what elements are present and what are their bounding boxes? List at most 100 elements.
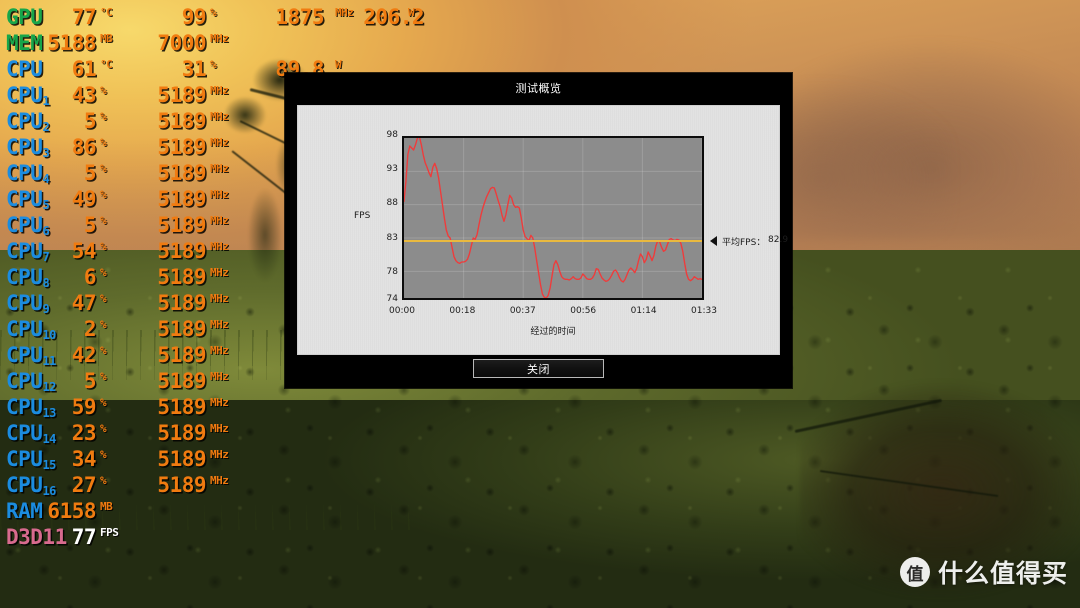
osd-value: 1875	[275, 4, 324, 29]
osd-label: CPU3	[6, 134, 50, 160]
osd-row-cpu11: CPU11 42% 5189 MHz	[4, 342, 264, 368]
osd-value: 5189	[157, 420, 206, 445]
osd-label: RAM	[6, 498, 43, 523]
watermark: 值 什么值得买	[899, 554, 1068, 590]
osd-value: 6158	[47, 498, 96, 523]
osd-unit: MHz	[210, 32, 229, 45]
osd-label: CPU10	[6, 316, 56, 342]
osd-label: MEM	[6, 30, 43, 55]
osd-unit: %	[100, 370, 107, 383]
osd-value: 5189	[157, 82, 206, 107]
osd-unit: %	[100, 136, 107, 149]
osd-label: CPU13	[6, 394, 56, 420]
osd-value: 5189	[157, 342, 206, 367]
osd-row-cpu2: CPU2 5% 5189 MHz	[4, 108, 264, 134]
osd-value: 5	[83, 108, 97, 133]
y-tick-label: 98	[386, 130, 398, 140]
osd-value: 5	[83, 212, 97, 237]
osd-value: 5189	[157, 134, 206, 159]
osd-unit: MHz	[210, 448, 229, 461]
fps-polyline	[404, 138, 702, 298]
osd-unit: MHz	[210, 370, 229, 383]
osd-label: D3D11	[6, 524, 67, 549]
average-fps-label: 平均FPS：	[722, 238, 766, 249]
osd-value: 54	[71, 238, 97, 263]
osd-row-cpu8: CPU8 6% 5189 MHz	[4, 264, 264, 290]
osd-value: 59	[71, 394, 97, 419]
osd-unit: MHz	[210, 188, 229, 201]
osd-label: CPU4	[6, 160, 50, 186]
osd-value: 49	[71, 186, 97, 211]
osd-value: 5189	[157, 368, 206, 393]
osd-unit: MHz	[210, 136, 229, 149]
average-fps-value: 82.9	[768, 235, 789, 246]
y-tick-label: 93	[386, 164, 398, 175]
osd-value: 5189	[157, 238, 206, 263]
x-tick-label: 00:00	[389, 306, 415, 316]
osd-label: CPU7	[6, 238, 50, 264]
osd-unit: %	[100, 110, 107, 123]
osd-unit: MHz	[210, 318, 229, 331]
y-tick-label: 78	[386, 266, 398, 277]
osd-unit: MHz	[210, 474, 229, 487]
osd-row-ram: RAM 6158 MB	[4, 498, 264, 524]
osd-label: CPU	[6, 56, 43, 81]
average-fps-line	[404, 240, 702, 243]
x-tick-label: 00:37	[509, 306, 536, 316]
osd-row-gpu: GPU 77 °C 99% 1875 MHz 206.2 W	[4, 4, 424, 30]
fps-line-series	[404, 138, 702, 298]
osd-label: CPU1	[6, 82, 50, 108]
osd-label: GPU	[6, 4, 43, 29]
osd-unit: %	[100, 214, 107, 227]
osd-value: 5189	[157, 290, 206, 315]
osd-value: 5189	[157, 160, 206, 185]
osd-unit: °C	[100, 58, 113, 71]
osd-label: CPU11	[6, 342, 56, 368]
osd-row-cpu9: CPU9 47% 5189 MHz	[4, 290, 264, 316]
osd-unit: MB	[100, 500, 113, 513]
osd-value: 6	[83, 264, 97, 289]
osd-unit: MHz	[210, 422, 229, 435]
osd-unit: %	[210, 6, 217, 19]
watermark-text: 什么值得买	[937, 559, 1068, 588]
osd-unit: MHz	[210, 214, 229, 227]
osd-value: 27	[71, 472, 97, 497]
osd-value: 77	[71, 4, 97, 29]
osd-row-cpu16: CPU16 27% 5189 MHz	[4, 472, 264, 498]
osd-unit: %	[100, 344, 107, 357]
osd-value: 42	[71, 342, 97, 367]
osd-row-cpu7: CPU7 54% 5189 MHz	[4, 238, 264, 264]
x-tick-label: 01:33	[691, 306, 717, 316]
osd-value: 31	[181, 56, 207, 81]
osd-label: CPU16	[6, 472, 56, 498]
osd-row-cpu15: CPU15 34% 5189 MHz	[4, 446, 264, 472]
osd-unit: °C	[100, 6, 113, 19]
osd-row-cpu3: CPU3 86% 5189 MHz	[4, 134, 264, 160]
y-tick-label: 88	[386, 198, 398, 209]
osd-value: 5189	[157, 264, 206, 289]
osd-value: 206.2	[363, 4, 424, 29]
osd-value: 5188	[47, 30, 96, 55]
osd-value: 23	[71, 420, 97, 445]
osd-unit: %	[100, 84, 107, 97]
osd-unit: MHz	[210, 344, 229, 357]
watermark-badge-icon: 值	[899, 557, 930, 587]
x-tick-label: 00:18	[449, 306, 476, 316]
osd-value: 5	[83, 368, 97, 393]
osd-unit: MHz	[210, 110, 229, 123]
osd-row-cpu1: CPU1 43% 5189 MHz	[4, 82, 264, 108]
osd-label: CPU8	[6, 264, 50, 290]
y-tick-label: 74	[386, 294, 398, 304]
osd-label: CPU6	[6, 212, 50, 238]
osd-row-mem: MEM 5188 MB 7000 MHz	[4, 30, 264, 56]
osd-unit: MHz	[210, 292, 229, 305]
osd-value: 5189	[157, 212, 206, 237]
y-axis-ticks: 98 93 88 83 78 74	[356, 130, 398, 304]
osd-unit: W	[335, 58, 342, 71]
dialog-title: 测试概览	[515, 82, 562, 95]
osd-value: 2	[83, 316, 97, 341]
close-button[interactable]: 关闭	[473, 359, 604, 378]
benchmark-overview-dialog: 测试概览 FPS 98 93 88 83 78 74 平均FPS： 82.9 00:00 0…	[285, 73, 792, 388]
osd-row-cpu13: CPU13 59% 5189 MHz	[4, 394, 264, 420]
osd-row-cpu4: CPU4 5% 5189 MHz	[4, 160, 264, 186]
